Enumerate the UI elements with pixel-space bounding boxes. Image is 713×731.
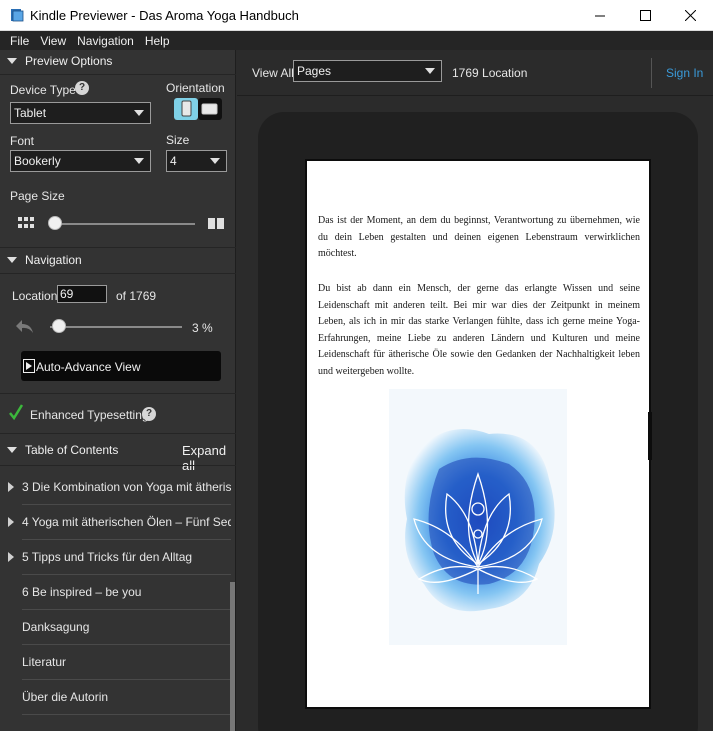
divider	[0, 433, 236, 434]
divider	[0, 74, 236, 75]
location-total: of 1769	[116, 289, 157, 303]
view-mode-select[interactable]: Pages	[293, 60, 442, 82]
toc-title: Table of Contents	[25, 443, 119, 457]
collapse-triangle-icon	[7, 257, 17, 263]
device-side-button	[648, 412, 652, 460]
toc-item[interactable]: Über die Autorin	[22, 680, 231, 715]
portrait-icon	[181, 100, 192, 117]
toc-scrollbar[interactable]	[230, 582, 235, 731]
divider	[0, 465, 236, 466]
toc-item[interactable]: 3 Die Kombination von Yoga mit ätherisc.…	[22, 470, 231, 505]
page-paragraph: Du bist ab dann ein Mensch, der gerne da…	[318, 283, 640, 377]
collapse-triangle-icon	[7, 58, 17, 64]
minimize-button[interactable]	[577, 0, 623, 31]
progress-percent: 3 %	[192, 321, 213, 335]
portrait-orientation-button[interactable]	[174, 98, 198, 120]
expand-triangle-icon[interactable]	[8, 482, 14, 492]
divider	[0, 393, 236, 394]
left-panel: Preview Options Device Type ? Orientatio…	[0, 50, 236, 731]
toc-item[interactable]: 5 Tipps und Tricks für den Alltag	[22, 540, 231, 575]
toc-item[interactable]: Danksagung	[22, 610, 231, 645]
device-type-value: Tablet	[14, 106, 47, 120]
chevron-down-icon	[134, 110, 144, 116]
menu-file[interactable]: File	[10, 34, 29, 48]
expand-all-button[interactable]: Expand all	[182, 443, 235, 473]
auto-advance-label: Auto-Advance View	[36, 360, 141, 374]
toc-item[interactable]: Literatur	[22, 645, 231, 680]
toolbar-divider	[651, 58, 652, 88]
device-type-select[interactable]: Tablet	[10, 102, 151, 124]
maximize-icon	[639, 10, 651, 21]
menu-navigation[interactable]: Navigation	[77, 34, 134, 48]
landscape-orientation-button[interactable]	[198, 98, 222, 120]
page-paragraph: Das ist der Moment, an dem du beginnst, …	[318, 215, 640, 259]
font-select[interactable]: Bookerly	[10, 150, 151, 172]
location-label: Location	[12, 289, 58, 303]
lotus-illustration	[389, 389, 567, 645]
toc-item[interactable]: 4 Yoga mit ätherischen Ölen – Fünf Seq..…	[22, 505, 231, 540]
close-button[interactable]	[667, 0, 713, 31]
minimize-icon	[594, 15, 605, 17]
location-count: 1769 Location	[452, 66, 528, 80]
grid-small-icon[interactable]	[18, 217, 34, 230]
title-bar: Kindle Previewer - Das Aroma Yoga Handbu…	[0, 0, 713, 31]
orientation-label: Orientation	[166, 81, 225, 95]
chevron-down-icon	[210, 158, 220, 164]
auto-advance-button[interactable]: Auto-Advance View	[21, 351, 221, 381]
preview-options-title: Preview Options	[25, 54, 113, 68]
view-mode-value: Pages	[297, 64, 332, 78]
checkmark-icon	[9, 404, 23, 420]
device-type-label: Device Type	[10, 83, 76, 97]
collapse-triangle-icon	[7, 447, 17, 453]
book-page: Das ist der Moment, an dem du beginnst, …	[305, 159, 651, 709]
maximize-button[interactable]	[622, 0, 668, 31]
chevron-down-icon	[134, 158, 144, 164]
preview-toolbar: View All Pages 1769 Location Sign In	[237, 50, 713, 96]
grid-large-icon[interactable]	[208, 218, 224, 229]
expand-triangle-icon[interactable]	[8, 517, 14, 527]
size-value: 4	[170, 154, 177, 168]
location-input[interactable]: 69	[57, 285, 107, 303]
page-size-label: Page Size	[10, 189, 65, 203]
close-icon	[684, 10, 696, 21]
landscape-icon	[201, 103, 218, 115]
expand-triangle-icon[interactable]	[8, 552, 14, 562]
navigation-slider-track[interactable]	[50, 326, 182, 328]
toc-item[interactable]: 6 Be inspired – be you	[22, 575, 231, 610]
divider	[0, 247, 236, 248]
location-input-value: 69	[60, 287, 74, 301]
view-all-label: View All	[252, 66, 294, 80]
page-size-slider-thumb[interactable]	[48, 216, 62, 230]
play-icon	[23, 359, 35, 373]
font-value: Bookerly	[14, 154, 61, 168]
size-select[interactable]: 4	[166, 150, 227, 172]
page-size-slider-track[interactable]	[50, 223, 195, 225]
divider	[0, 273, 236, 274]
menu-bar: File View Navigation Help	[0, 31, 713, 50]
preview-options-header[interactable]: Preview Options	[0, 50, 236, 72]
menu-view[interactable]: View	[40, 34, 66, 48]
help-icon[interactable]: ?	[142, 407, 156, 421]
kindle-app-icon	[11, 9, 24, 22]
navigation-title: Navigation	[25, 253, 82, 267]
back-arrow-icon[interactable]	[14, 318, 36, 334]
navigation-slider-thumb[interactable]	[51, 319, 66, 333]
enhanced-typesetting-label: Enhanced Typesetting	[30, 408, 149, 422]
sign-in-link[interactable]: Sign In	[666, 66, 703, 80]
help-icon[interactable]: ?	[75, 81, 89, 95]
size-label: Size	[166, 133, 190, 147]
window-title: Kindle Previewer - Das Aroma Yoga Handbu…	[30, 8, 299, 23]
menu-help[interactable]: Help	[145, 34, 170, 48]
navigation-header[interactable]: Navigation	[0, 249, 236, 271]
chevron-down-icon	[425, 68, 435, 74]
font-label: Font	[10, 134, 35, 148]
